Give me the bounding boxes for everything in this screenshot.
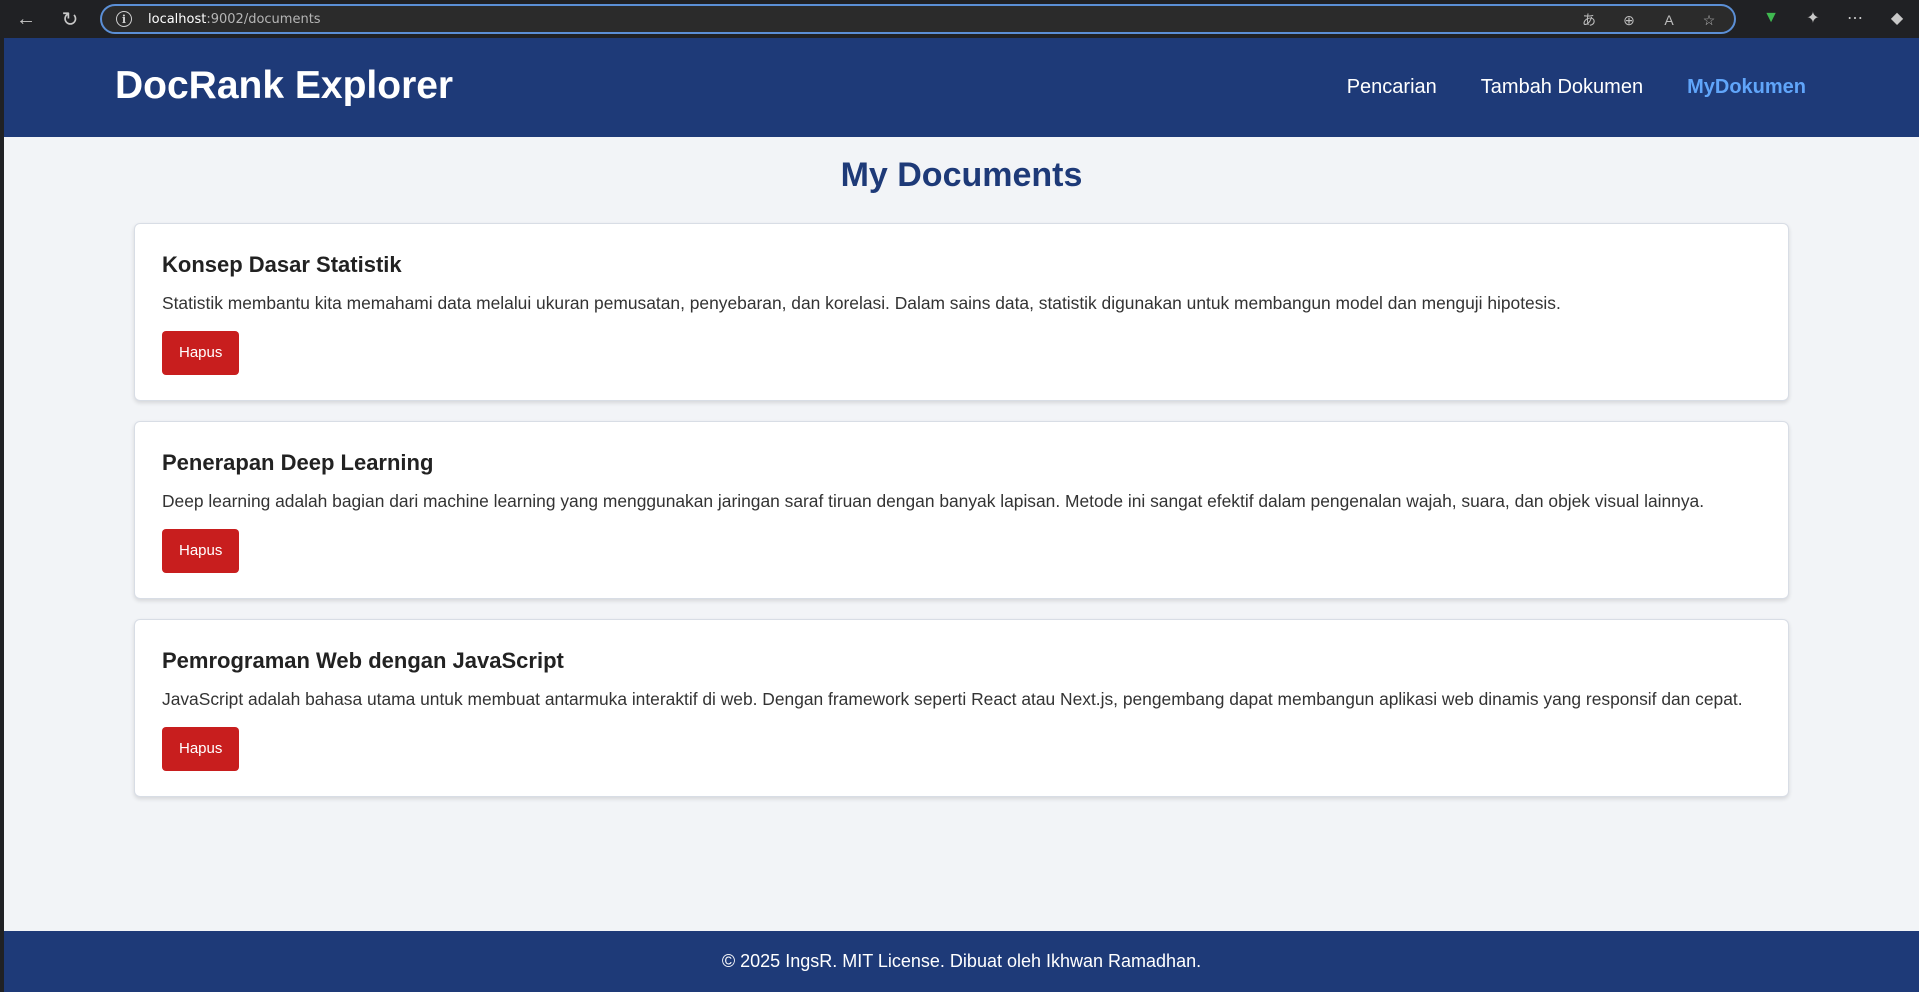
read-aloud-icon[interactable]: A [1658,10,1680,30]
nav-link-pencarian[interactable]: Pencarian [1347,76,1437,99]
more-menu-icon[interactable]: ⋯ [1843,6,1867,30]
address-bar[interactable]: i localhost:9002/documents あ ⊕ A ☆ [100,4,1736,34]
address-bar-actions: あ ⊕ A ☆ [1578,10,1720,30]
document-card: Penerapan Deep Learning Deep learning ad… [134,421,1789,599]
copilot-icon[interactable]: ◆ [1885,6,1909,30]
favorite-star-icon[interactable]: ☆ [1698,10,1720,30]
nav-link-tambah-dokumen[interactable]: Tambah Dokumen [1481,76,1643,99]
translate-icon[interactable]: あ [1578,10,1600,30]
document-body: JavaScript adalah bahasa utama untuk mem… [162,689,1743,709]
url-text[interactable]: localhost:9002/documents [148,12,321,27]
page-viewport: DocRank Explorer Pencarian Tambah Dokume… [4,38,1919,992]
delete-button[interactable]: Hapus [162,727,240,771]
brand-title[interactable]: DocRank Explorer [115,64,453,108]
url-host: localhost [148,11,207,27]
delete-button[interactable]: Hapus [162,331,240,375]
site-header: DocRank Explorer Pencarian Tambah Dokume… [4,38,1919,137]
main-nav: Pencarian Tambah Dokumen MyDokumen [1347,76,1806,99]
document-title: Penerapan Deep Learning [162,450,434,475]
extensions-puzzle-icon[interactable]: ✦ [1801,6,1825,30]
reload-icon[interactable]: ↻ [52,1,88,37]
browser-toolbar: ← ↻ i localhost:9002/documents あ ⊕ A ☆ ▼… [0,0,1919,38]
nav-link-mydokumen[interactable]: MyDokumen [1687,76,1806,99]
document-card: Konsep Dasar Statistik Statistik membant… [134,223,1789,401]
document-body: Deep learning adalah bagian dari machine… [162,491,1705,511]
site-info-icon[interactable]: i [116,11,132,27]
delete-button[interactable]: Hapus [162,529,240,573]
document-card: Pemrograman Web dengan JavaScript JavaSc… [134,619,1789,797]
document-title: Pemrograman Web dengan JavaScript [162,648,564,673]
document-body: Statistik membantu kita memahami data me… [162,293,1561,313]
document-title: Konsep Dasar Statistik [162,252,402,277]
zoom-icon[interactable]: ⊕ [1618,10,1640,30]
site-footer: © 2025 IngsR. MIT License. Dibuat oleh I… [4,931,1919,992]
url-path: :9002/documents [206,11,321,27]
browser-extensions: ▼ ✦ ⋯ ◆ [1759,6,1909,30]
back-arrow-icon[interactable]: ← [8,1,44,37]
page-title: My Documents [840,156,1083,194]
document-list: Konsep Dasar Statistik Statistik membant… [134,223,1789,817]
shield-extension-icon[interactable]: ▼ [1759,6,1783,30]
